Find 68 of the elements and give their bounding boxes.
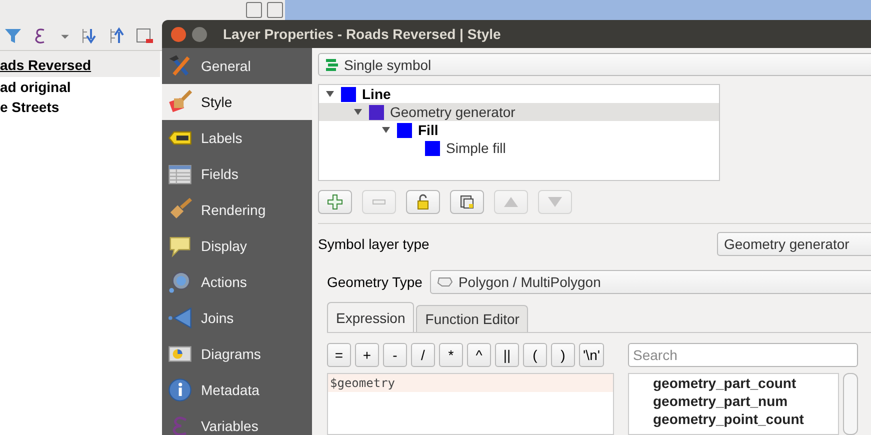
- field-label: Geometry Type: [327, 274, 422, 290]
- renderer-dropdown[interactable]: Single symbol: [318, 53, 871, 76]
- operator-button[interactable]: +: [355, 343, 379, 367]
- tab[interactable]: Function Editor: [416, 305, 528, 332]
- operator-button[interactable]: =: [327, 343, 351, 367]
- tree-label: Line: [362, 86, 391, 102]
- operator-button[interactable]: *: [439, 343, 463, 367]
- duplicate-button[interactable]: [450, 190, 484, 214]
- close-button[interactable]: [171, 26, 186, 42]
- sidebar-item[interactable]: Variables: [162, 408, 312, 435]
- tree-item[interactable]: Simple fill: [319, 139, 719, 158]
- sidebar-item[interactable]: Rendering: [162, 192, 312, 228]
- function-item[interactable]: geometry_part_count: [629, 374, 838, 392]
- table-icon: [168, 162, 192, 186]
- sidebar-item[interactable]: General: [162, 48, 312, 84]
- tree-item[interactable]: Fill: [319, 121, 719, 140]
- operator-button[interactable]: ^: [467, 343, 491, 367]
- sidebar-item[interactable]: Joins: [162, 300, 312, 336]
- info-icon: [168, 378, 192, 402]
- paintbrush-icon: [168, 90, 192, 114]
- field-label: Symbol layer type: [318, 236, 430, 252]
- operator-button[interactable]: ||: [495, 343, 519, 367]
- tree-label: Fill: [418, 122, 438, 138]
- collapse-all-icon[interactable]: [108, 27, 126, 45]
- operator-button[interactable]: ): [551, 343, 575, 367]
- gear-play-icon: [168, 270, 192, 294]
- polygon-icon: [437, 276, 454, 288]
- speech-bubble-icon: [168, 234, 192, 258]
- lock-button[interactable]: [406, 190, 440, 214]
- tree-item[interactable]: Line: [319, 85, 719, 104]
- panel-heading: ads Reversed: [0, 51, 160, 77]
- geometry-type-dropdown[interactable]: Polygon / MultiPolygon: [430, 270, 871, 294]
- operator-button[interactable]: /: [411, 343, 435, 367]
- tree-label: Simple fill: [446, 140, 506, 156]
- remove-layer-icon[interactable]: [136, 27, 154, 45]
- triangle-down-icon[interactable]: [353, 107, 363, 118]
- tree-label: Geometry generator: [390, 104, 516, 120]
- symbol-layer-dropdown[interactable]: Geometry generator: [717, 232, 871, 256]
- sidebar-item[interactable]: Fields: [162, 156, 312, 192]
- sidebar-item[interactable]: Labels: [162, 120, 312, 156]
- function-item[interactable]: geometry_point_count: [629, 410, 838, 428]
- search-field[interactable]: Search: [628, 343, 858, 367]
- copy-icon: [459, 194, 475, 210]
- padlock-icon: [415, 194, 431, 210]
- hammer-wrench-icon: [168, 54, 192, 78]
- sidebar-item[interactable]: Actions: [162, 264, 312, 300]
- operator-button[interactable]: '\n': [579, 343, 604, 367]
- sidebar-item[interactable]: Display: [162, 228, 312, 264]
- sidebar-item[interactable]: Metadata: [162, 372, 312, 408]
- function-item[interactable]: geometry_part_num: [629, 392, 838, 410]
- sidebar-item[interactable]: Diagrams: [162, 336, 312, 372]
- plus-icon: [327, 194, 343, 210]
- operator-button[interactable]: (: [523, 343, 547, 367]
- tab[interactable]: Expression: [327, 302, 414, 332]
- window-title: Layer Properties - Roads Reversed | Style: [223, 26, 501, 42]
- expand-all-icon[interactable]: [80, 27, 98, 45]
- scrollbar[interactable]: [843, 373, 858, 435]
- filter-icon[interactable]: [4, 27, 22, 45]
- list-icon: [325, 58, 339, 72]
- triangle-down-icon[interactable]: [381, 125, 391, 136]
- arrow-left-icon: [168, 306, 192, 330]
- sidebar-item[interactable]: Style: [162, 84, 312, 120]
- operator-button[interactable]: -: [383, 343, 407, 367]
- expression-editor[interactable]: $geometry: [327, 373, 614, 435]
- triangle-down-icon[interactable]: [325, 89, 335, 100]
- tree-item[interactable]: Geometry generator: [319, 103, 719, 122]
- add-button[interactable]: [318, 190, 352, 214]
- maximize-button[interactable]: [192, 26, 207, 42]
